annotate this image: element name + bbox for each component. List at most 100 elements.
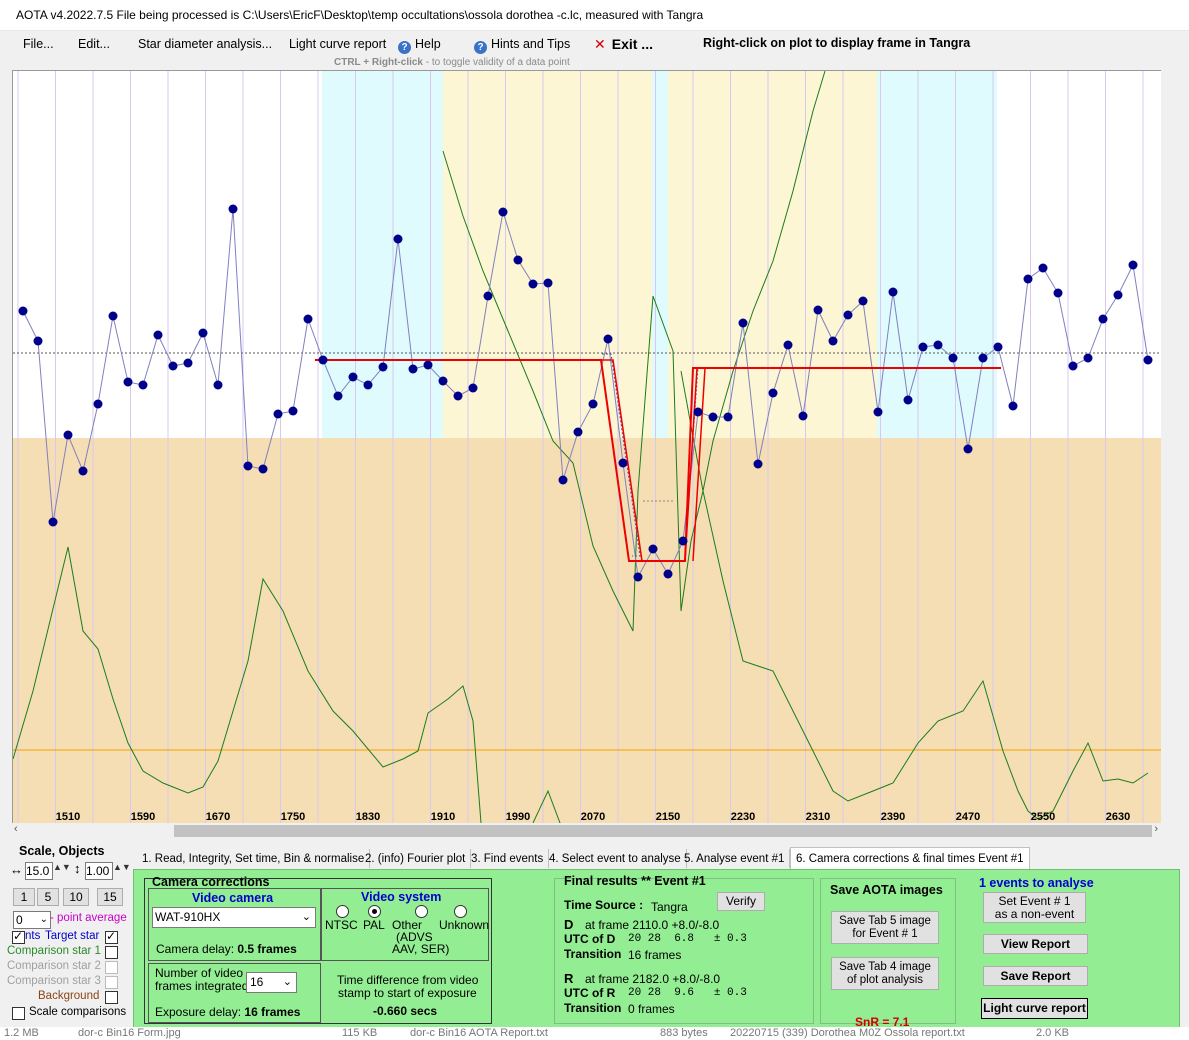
data-point[interactable] (258, 464, 268, 474)
data-point[interactable] (1008, 401, 1018, 411)
comparison-1-checkbox[interactable] (105, 946, 118, 959)
tab-camera-corrections[interactable]: 6. Camera corrections & final times Even… (790, 847, 1030, 870)
comparison-3-checkbox[interactable] (105, 976, 118, 989)
data-point[interactable] (903, 395, 913, 405)
pal-radio[interactable] (368, 905, 381, 918)
data-point[interactable] (708, 412, 718, 422)
frames-integrated-select[interactable]: 16 ⌄ (246, 972, 297, 993)
tab-select-event[interactable]: 4. Select event to analyse (544, 849, 687, 868)
data-point[interactable] (813, 305, 823, 315)
view-report-button[interactable]: View Report (983, 934, 1088, 954)
data-point[interactable] (858, 296, 868, 306)
scale-15-button[interactable]: 15 (97, 888, 123, 906)
background-checkbox[interactable] (105, 991, 118, 1004)
data-point[interactable] (873, 407, 883, 417)
data-point[interactable] (228, 204, 238, 214)
data-point[interactable] (333, 391, 343, 401)
data-point[interactable] (393, 234, 403, 244)
menu-file[interactable]: File... (23, 37, 54, 51)
tab-fourier-plot[interactable]: 2. (info) Fourier plot (360, 849, 472, 868)
data-point[interactable] (423, 360, 433, 370)
data-point[interactable] (918, 342, 928, 352)
data-point[interactable] (663, 569, 673, 579)
data-point[interactable] (783, 340, 793, 350)
data-point[interactable] (1083, 353, 1093, 363)
menu-help[interactable]: ? Help (398, 37, 441, 54)
data-point[interactable] (273, 409, 283, 419)
data-point[interactable] (153, 330, 163, 340)
scroll-thumb[interactable] (174, 825, 1152, 837)
scale-x-spinner-icon[interactable]: ▲▼ (53, 862, 71, 872)
save-report-button[interactable]: Save Report (983, 966, 1088, 986)
data-point[interactable] (603, 334, 613, 344)
data-point[interactable] (48, 517, 58, 527)
data-point[interactable] (888, 287, 898, 297)
comparison-2-checkbox[interactable] (105, 961, 118, 974)
data-point[interactable] (933, 340, 943, 350)
data-point[interactable] (843, 310, 853, 320)
scale-5-button[interactable]: 5 (37, 888, 59, 906)
scale-y-spinner-icon[interactable]: ▲▼ (113, 862, 131, 872)
scale-comparisons-checkbox[interactable] (12, 1007, 25, 1020)
data-point[interactable] (633, 572, 643, 582)
data-point[interactable] (798, 411, 808, 421)
data-point[interactable] (828, 336, 838, 346)
data-point[interactable] (558, 475, 568, 485)
scale-x-input[interactable]: 15.0 (25, 862, 53, 880)
menu-light-curve-report[interactable]: Light curve report (289, 37, 386, 51)
verify-button[interactable]: Verify (717, 892, 765, 911)
tab-read-integrity[interactable]: 1. Read, Integrity, Set time, Bin & norm… (137, 849, 371, 868)
data-point[interactable] (363, 380, 373, 390)
data-point[interactable] (1113, 290, 1123, 300)
data-point[interactable] (348, 372, 358, 382)
data-point[interactable] (1128, 260, 1138, 270)
data-point[interactable] (1098, 314, 1108, 324)
data-point[interactable] (573, 427, 583, 437)
data-point[interactable] (678, 536, 688, 546)
data-point[interactable] (1023, 274, 1033, 284)
data-point[interactable] (1038, 263, 1048, 273)
data-point[interactable] (978, 353, 988, 363)
menu-star-diameter[interactable]: Star diameter analysis... (138, 37, 272, 51)
data-point[interactable] (198, 328, 208, 338)
data-point[interactable] (213, 380, 223, 390)
menu-exit[interactable]: ✕ Exit ... (594, 36, 653, 53)
ntsc-radio[interactable] (336, 905, 349, 918)
scroll-right-icon[interactable]: › (1154, 823, 1158, 835)
tab-analyse-event[interactable]: 5. Analyse event #1 (679, 849, 791, 868)
data-point[interactable] (18, 306, 28, 316)
menu-hints[interactable]: ? Hints and Tips (474, 37, 570, 54)
data-point[interactable] (183, 358, 193, 368)
data-point[interactable] (1143, 355, 1153, 365)
data-point[interactable] (318, 355, 328, 365)
point-average-select[interactable]: 0 ⌄ (13, 911, 51, 929)
data-point[interactable] (483, 291, 493, 301)
data-point[interactable] (33, 336, 43, 346)
other-radio[interactable] (415, 905, 428, 918)
tab-find-events[interactable]: 3. Find events (466, 849, 550, 868)
data-point[interactable] (63, 430, 73, 440)
unknown-radio[interactable] (454, 905, 467, 918)
data-point[interactable] (408, 364, 418, 374)
light-curve-report-button[interactable]: Light curve report (981, 998, 1088, 1019)
data-point[interactable] (78, 466, 88, 476)
points-checkbox[interactable] (12, 929, 25, 944)
light-curve-plot[interactable]: 1510 1590 1670 1750 1830 1910 1990 2070 2150 2230… (12, 70, 1161, 823)
data-point[interactable] (123, 377, 133, 387)
target-star-checkbox[interactable] (105, 929, 118, 944)
data-point[interactable] (498, 207, 508, 217)
plot-scrollbar[interactable]: ‹ › (12, 823, 1160, 839)
data-point[interactable] (438, 376, 448, 386)
data-point[interactable] (93, 399, 103, 409)
set-non-event-button[interactable]: Set Event # 1 as a non-event (983, 892, 1086, 923)
data-point[interactable] (723, 412, 733, 422)
data-point[interactable] (693, 407, 703, 417)
data-point[interactable] (768, 388, 778, 398)
data-point[interactable] (303, 314, 313, 324)
menu-edit[interactable]: Edit... (78, 37, 110, 51)
data-point[interactable] (138, 380, 148, 390)
data-point[interactable] (618, 458, 628, 468)
save-tab4-button[interactable]: Save Tab 4 image of plot analysis (831, 957, 939, 990)
data-point[interactable] (753, 459, 763, 469)
plot-canvas[interactable]: 1510 1590 1670 1750 1830 1910 1990 2070 2150 2230… (13, 71, 1161, 823)
